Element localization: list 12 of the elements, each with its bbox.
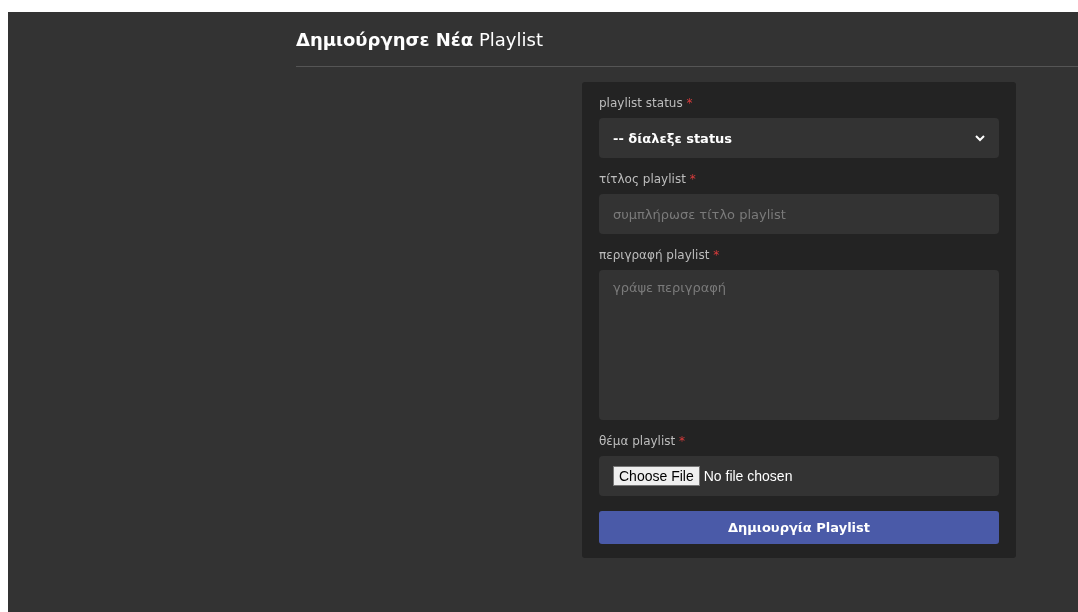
create-playlist-button[interactable]: Δημιουργία Playlist: [599, 511, 999, 544]
file-status: No file chosen: [703, 468, 793, 484]
field-label: playlist status *: [599, 96, 694, 110]
page-title: Δημιούργησε Νέα Playlist: [296, 29, 1078, 67]
status-select[interactable]: -- δίαλεξε status: [599, 118, 999, 158]
description-textarea[interactable]: γράψε περιγραφή: [599, 270, 999, 420]
title-input[interactable]: συμπλήρωσε τίτλο playlist: [599, 194, 999, 234]
chevron-down-icon: [975, 134, 985, 142]
field-label: θέμα playlist *: [599, 434, 687, 448]
choose-file-button[interactable]: Choose File: [613, 466, 700, 486]
field-label: περιγραφή playlist *: [599, 248, 721, 262]
field-label: τίτλος playlist *: [599, 172, 697, 186]
